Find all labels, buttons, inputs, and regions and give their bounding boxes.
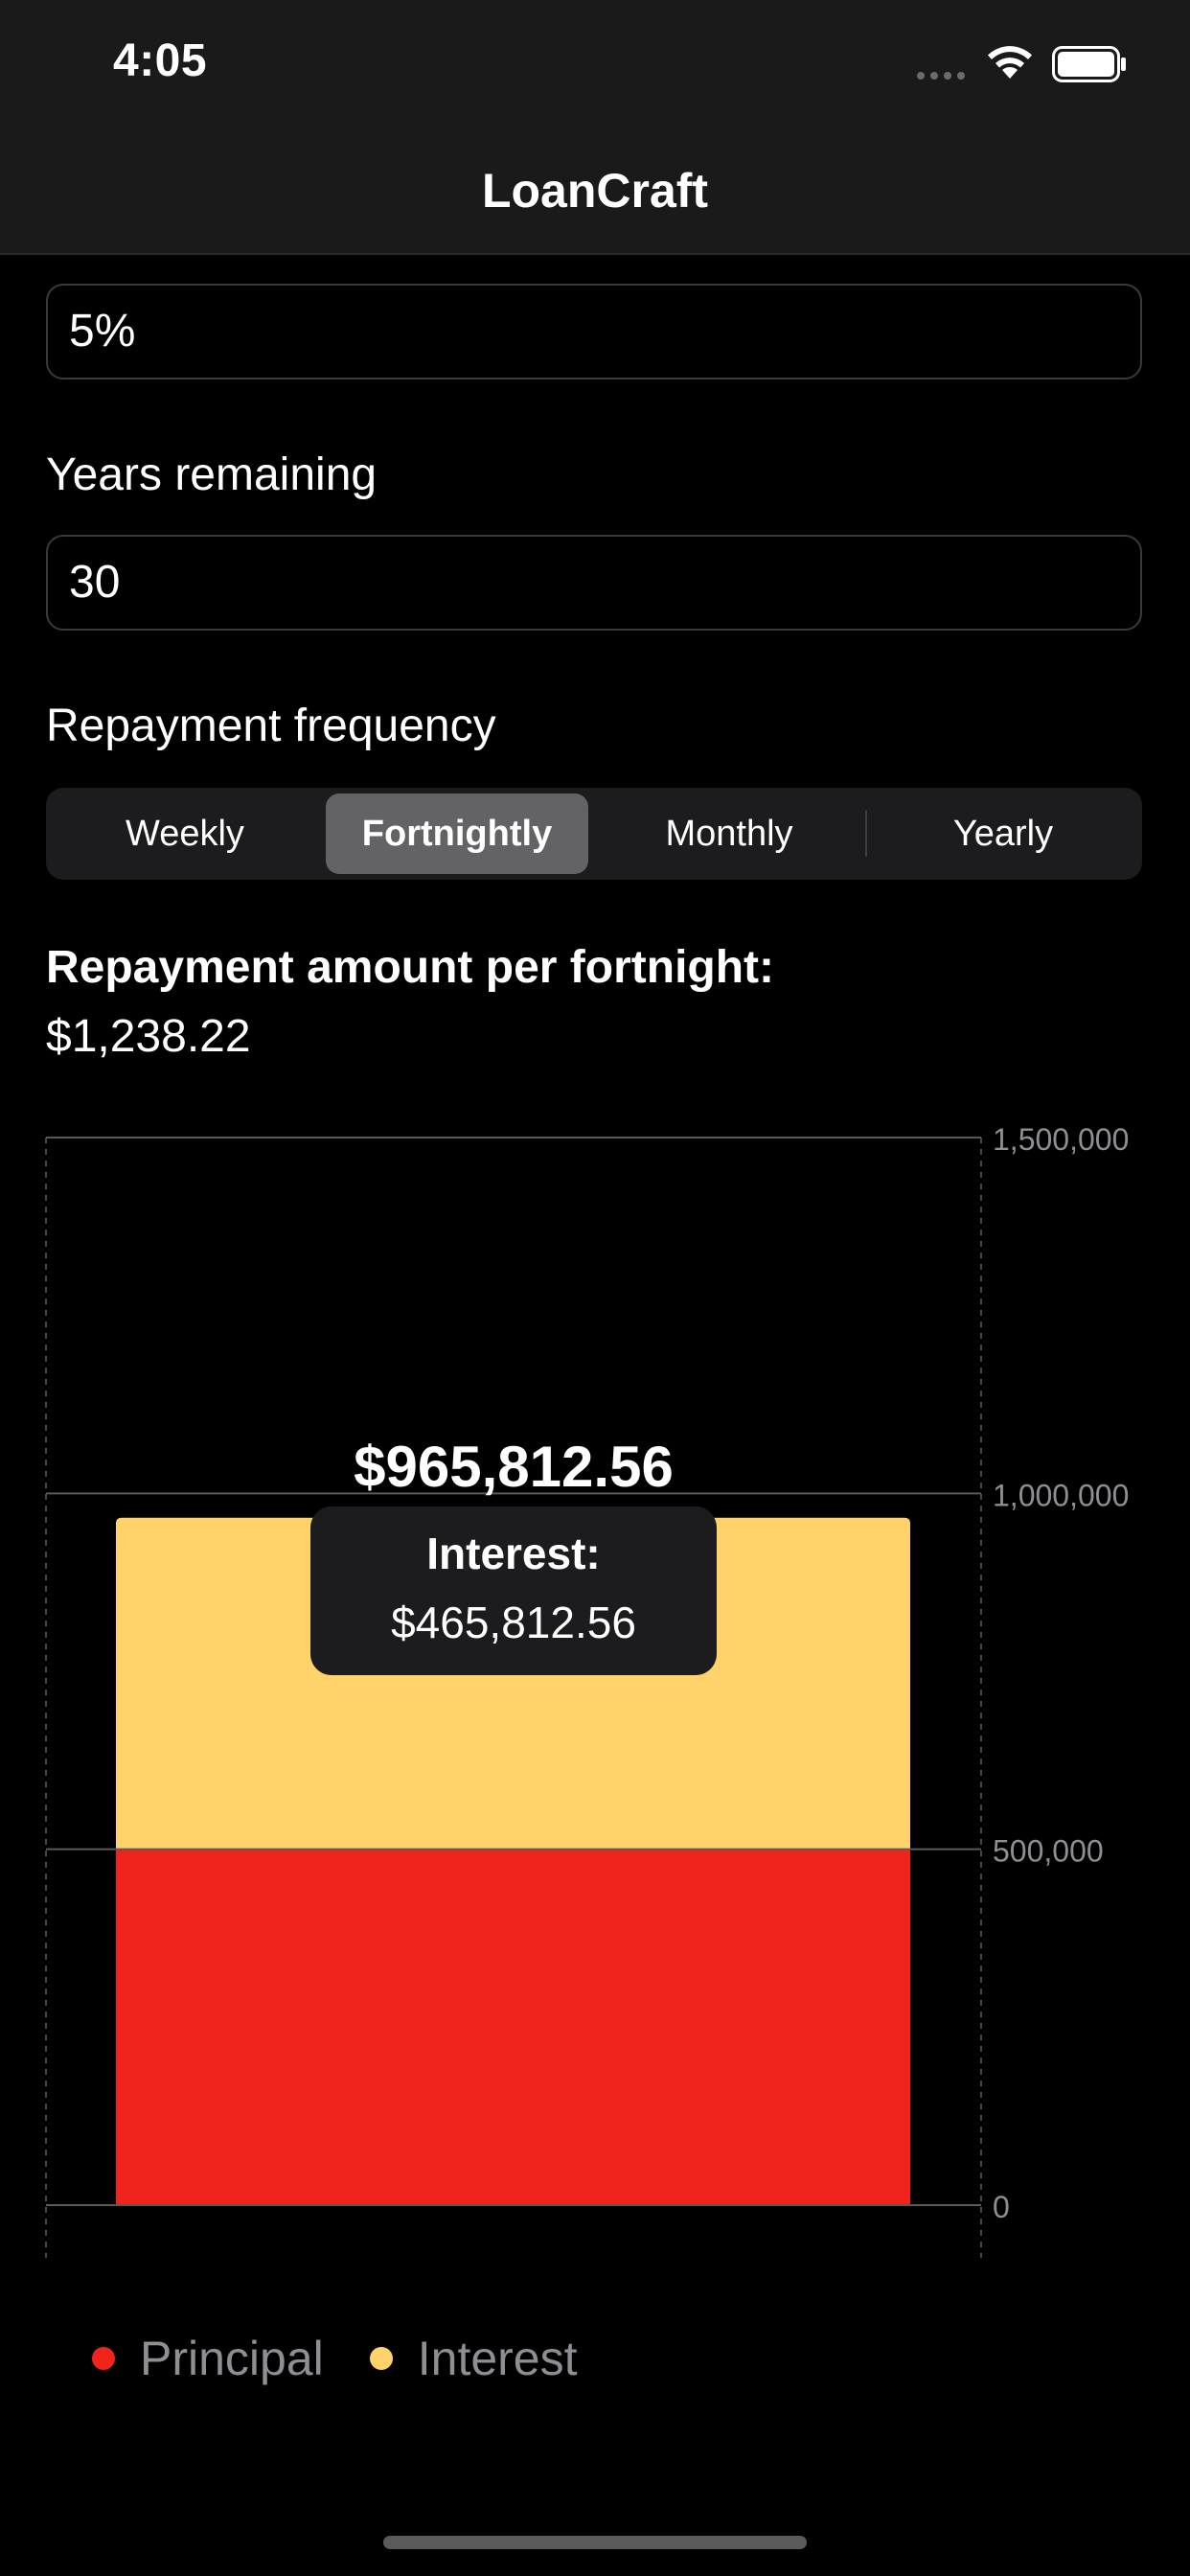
segment-divider <box>865 811 867 857</box>
status-time: 4:05 <box>113 35 208 86</box>
status-bar: 4:05 <box>0 0 1190 126</box>
years-remaining-input[interactable]: 30 <box>46 535 1142 631</box>
tooltip-title: Interest: <box>426 1529 601 1578</box>
battery-icon <box>1052 46 1126 82</box>
cellular-signal-icon <box>917 72 965 80</box>
segment-weekly[interactable]: Weekly <box>52 794 318 874</box>
y-tick-label: 0 <box>993 2190 1010 2224</box>
bar-segment-principal <box>116 1849 910 2205</box>
repayment-chart[interactable]: 0500,0001,000,0001,500,000 <box>0 1112 1190 2281</box>
legend-item-interest: Interest <box>369 2331 578 2386</box>
y-tick-label: 500,000 <box>993 1834 1104 1869</box>
chart-legend: Principal Interest <box>92 2325 624 2392</box>
repayment-frequency-label: Repayment frequency <box>46 701 496 751</box>
repayment-frequency-control: Weekly Fortnightly Monthly Yearly <box>46 788 1142 880</box>
years-remaining-label: Years remaining <box>46 449 378 500</box>
legend-swatch-principal <box>92 2347 115 2370</box>
legend-label-principal: Principal <box>140 2332 324 2385</box>
repayment-amount-value: $1,238.22 <box>46 1011 251 1062</box>
bar-total-label: $965,812.56 <box>354 1435 674 1499</box>
segment-fortnightly[interactable]: Fortnightly <box>326 794 588 874</box>
y-tick-label: 1,500,000 <box>993 1122 1129 1157</box>
legend-item-principal: Principal <box>92 2331 324 2386</box>
repayment-amount-label: Repayment amount per fortnight: <box>46 942 775 993</box>
segment-yearly[interactable]: Yearly <box>870 794 1136 874</box>
legend-label-interest: Interest <box>417 2332 578 2385</box>
interest-rate-input[interactable]: 5% <box>46 284 1142 380</box>
tooltip-value: $465,812.56 <box>391 1598 636 1647</box>
legend-swatch-interest <box>369 2347 393 2370</box>
home-indicator[interactable] <box>383 2536 807 2549</box>
chart-tooltip: Interest: $465,812.56 <box>310 1506 717 1675</box>
page-title: LoanCraft <box>481 164 709 218</box>
segment-monthly[interactable]: Monthly <box>596 794 862 874</box>
navigation-bar: LoanCraft <box>0 126 1190 255</box>
wifi-icon <box>988 46 1032 79</box>
